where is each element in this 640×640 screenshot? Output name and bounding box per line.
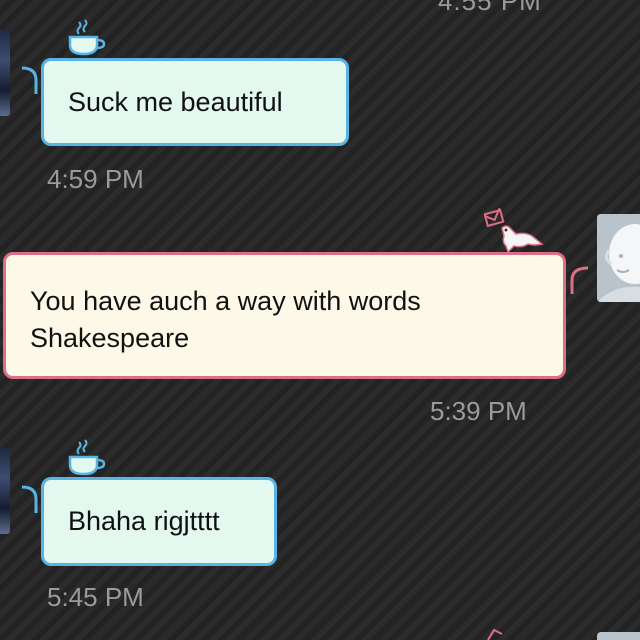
user-avatar[interactable] bbox=[597, 214, 640, 302]
previous-timestamp-partial: 4:55 PM bbox=[438, 0, 542, 16]
outgoing-message-bubble[interactable]: You have auch a way with words Shakespea… bbox=[3, 252, 566, 379]
sender-avatar[interactable] bbox=[0, 30, 10, 116]
teacup-icon bbox=[68, 19, 106, 56]
message-timestamp: 5:45 PM bbox=[47, 582, 144, 612]
incoming-message-bubble[interactable]: Bhaha rigjtttt bbox=[41, 477, 277, 566]
user-avatar[interactable] bbox=[597, 632, 640, 640]
message-text: Suck me beautiful bbox=[68, 86, 283, 117]
message-text: Bhaha rigjtttt bbox=[68, 506, 220, 536]
sender-avatar[interactable] bbox=[0, 448, 10, 534]
teacup-icon bbox=[68, 439, 106, 476]
pigeon-letter-icon bbox=[487, 628, 503, 640]
message-timestamp: 5:39 PM bbox=[430, 396, 527, 426]
incoming-message-bubble[interactable]: Suck me beautiful bbox=[41, 58, 349, 146]
message-timestamp: 4:59 PM bbox=[47, 164, 144, 194]
default-person-icon bbox=[597, 214, 640, 302]
message-text: You have auch a way with words Shakespea… bbox=[30, 286, 421, 353]
pigeon-letter-icon bbox=[484, 208, 544, 254]
